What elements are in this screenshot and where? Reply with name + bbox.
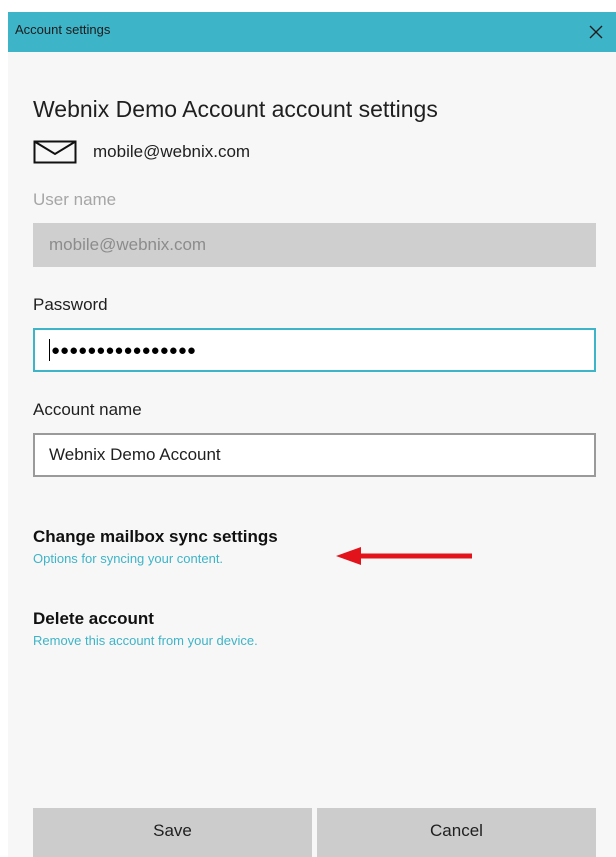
- username-field: mobile@webnix.com: [33, 223, 596, 267]
- password-label: Password: [33, 295, 108, 314]
- account-email-row: mobile@webnix.com: [33, 140, 250, 164]
- change-mailbox-sync-settings-link[interactable]: Change mailbox sync settings Options for…: [33, 527, 278, 566]
- username-label: User name: [33, 190, 117, 209]
- delete-account-subtitle: Remove this account from your device.: [33, 633, 258, 648]
- account-name-field[interactable]: Webnix Demo Account: [33, 433, 596, 477]
- close-icon: [589, 25, 603, 39]
- account-email: mobile@webnix.com: [93, 142, 251, 161]
- account-settings-dialog: Account settings Webnix Demo Account acc…: [8, 12, 616, 857]
- password-field[interactable]: ●●●●●●●●●●●●●●●●: [33, 328, 596, 372]
- cancel-button[interactable]: Cancel: [317, 808, 596, 857]
- title-bar: Account settings: [8, 12, 616, 52]
- save-button[interactable]: Save: [33, 808, 312, 857]
- username-value: mobile@webnix.com: [49, 235, 207, 254]
- password-value: ●●●●●●●●●●●●●●●●: [51, 341, 196, 359]
- sync-settings-title: Change mailbox sync settings: [33, 527, 278, 546]
- red-arrow-annotation-icon: [336, 547, 472, 565]
- sync-settings-subtitle: Options for syncing your content.: [33, 551, 224, 566]
- mail-icon: [33, 140, 77, 164]
- close-button[interactable]: [576, 12, 616, 52]
- account-name-label: Account name: [33, 400, 142, 419]
- delete-account-title: Delete account: [33, 609, 154, 628]
- page-title: Webnix Demo Account account settings: [33, 96, 438, 122]
- account-name-value: Webnix Demo Account: [49, 445, 221, 464]
- window-title: Account settings: [15, 22, 111, 37]
- delete-account-link[interactable]: Delete account Remove this account from …: [33, 609, 258, 648]
- text-caret: [49, 339, 50, 361]
